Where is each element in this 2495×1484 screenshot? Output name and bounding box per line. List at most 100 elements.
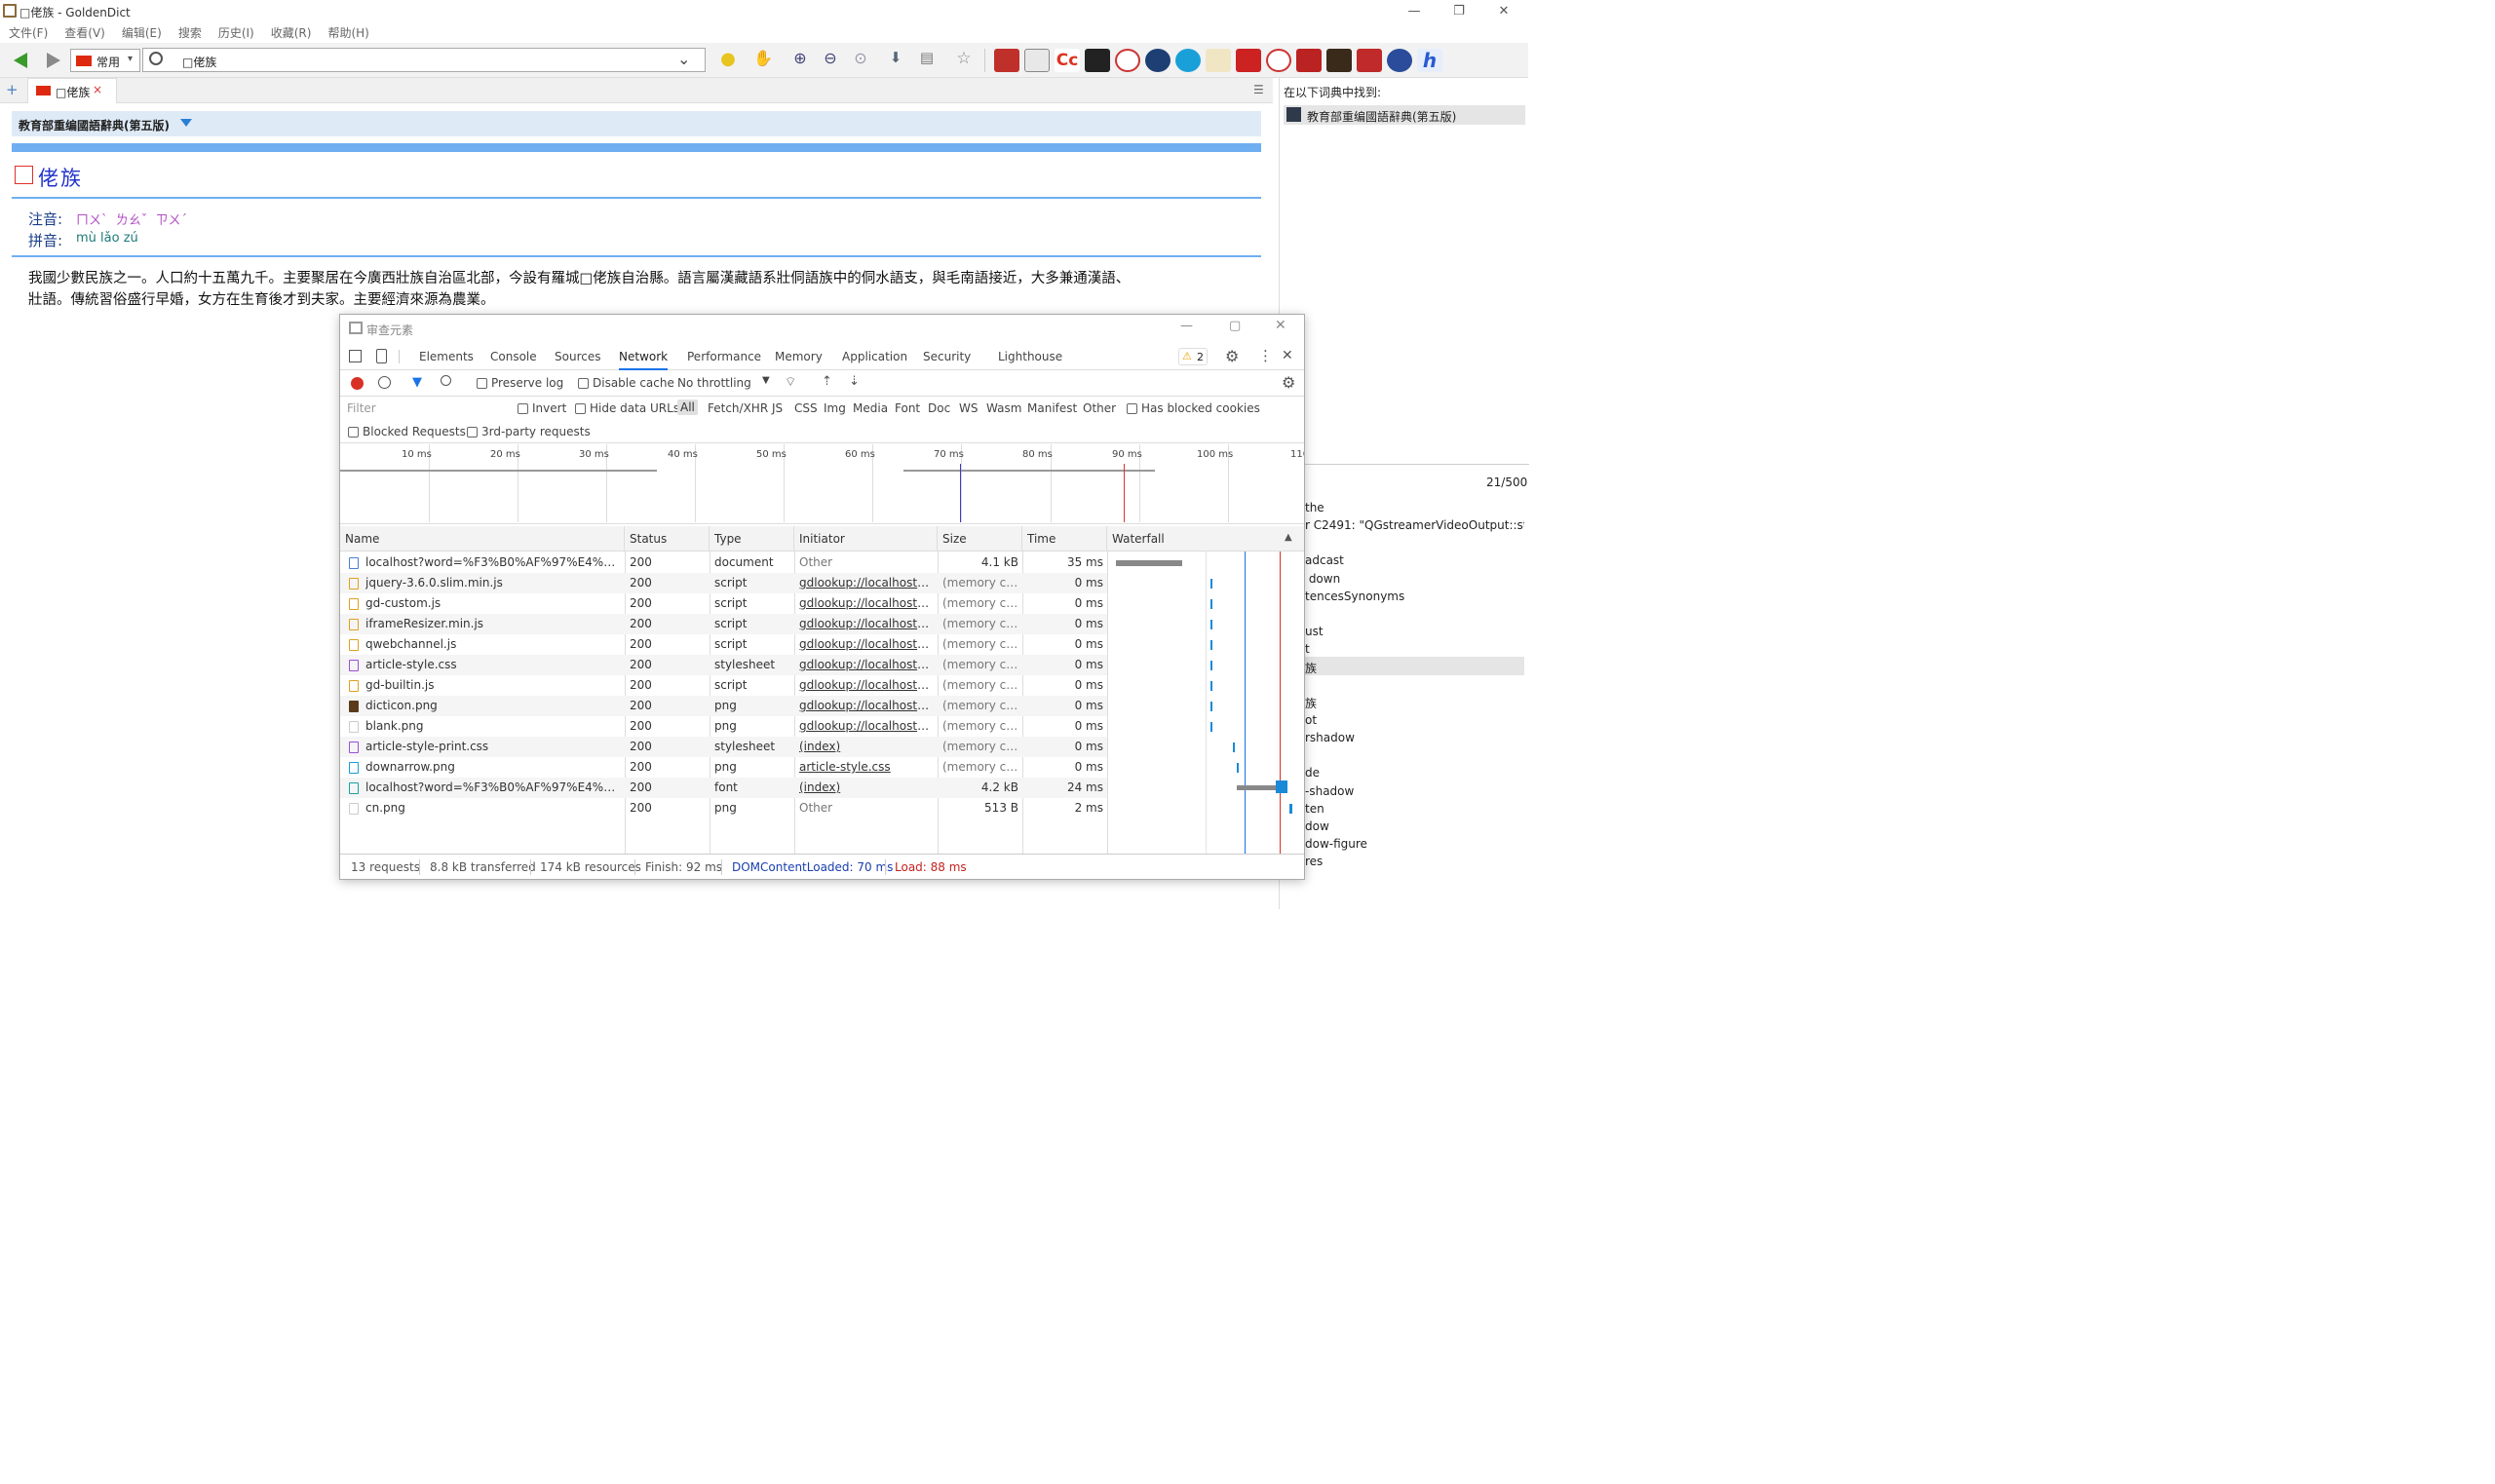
devtools-minimize-button[interactable]: —	[1180, 319, 1193, 333]
tab-application[interactable]: Application	[842, 343, 907, 370]
timeline-overview[interactable]: 10 ms 20 ms 30 ms 40 ms 50 ms 60 ms 70 m…	[340, 444, 1304, 524]
warnings-badge[interactable]: ⚠ 2	[1178, 348, 1208, 365]
filter-type-fetch[interactable]: Fetch/XHR	[708, 401, 768, 415]
blocked-requests-checkbox[interactable]: Blocked Requests	[348, 425, 466, 438]
table-row[interactable]: dicticon.png 200 png gdlookup://localhost?w…	[340, 696, 1107, 716]
close-devtools-icon[interactable]: ✕	[1282, 348, 1293, 363]
history-item[interactable]: the	[1305, 501, 1324, 514]
devtools-close-button[interactable]: ✕	[1275, 318, 1286, 333]
table-row[interactable]: gd-custom.js 200 script gdlookup://localhos…	[340, 593, 1107, 614]
history-item[interactable]: t	[1305, 642, 1310, 656]
request-name[interactable]: gd-builtin.js	[365, 675, 621, 696]
table-row[interactable]: localhost?word=%F3%B0%AF%97%E4%BD%A... 20…	[340, 552, 1107, 573]
request-name[interactable]: cn.png	[365, 798, 621, 818]
disable-cache-box[interactable]	[578, 378, 589, 389]
dict-icon-14[interactable]	[1387, 49, 1412, 72]
history-item[interactable]: res	[1305, 855, 1323, 868]
filter-input[interactable]: Filter	[343, 399, 505, 418]
search-input[interactable]: □佬族	[182, 54, 216, 70]
tab-memory[interactable]: Memory	[775, 343, 823, 370]
dict-icon-7[interactable]	[1175, 49, 1201, 72]
group-selector[interactable]: 常用 ▾	[70, 49, 140, 72]
table-row[interactable]: article-style-print.css 200 stylesheet (ind…	[340, 737, 1107, 757]
history-item[interactable]: r C2491: "QGstreamerVideoOutput::sta...	[1305, 518, 1524, 532]
new-tab-plus-icon[interactable]: +	[6, 81, 19, 98]
more-options-icon[interactable]: ⋮	[1258, 347, 1273, 364]
pane-splitter[interactable]	[1280, 464, 1529, 465]
collapse-triangle-icon[interactable]	[180, 119, 192, 127]
table-row[interactable]: qwebchannel.js 200 script gdlookup://localh…	[340, 634, 1107, 655]
dict-icon-1[interactable]	[994, 49, 1019, 72]
request-name[interactable]: downarrow.png	[365, 757, 621, 778]
table-row[interactable]: article-style.css 200 stylesheet gdlookup:/…	[340, 655, 1107, 675]
zoom-out-icon[interactable]: ⊖	[818, 49, 843, 72]
invert-box[interactable]	[518, 403, 528, 414]
menu-edit[interactable]: 编辑(E)	[122, 23, 162, 43]
filter-type-other[interactable]: Other	[1083, 401, 1116, 415]
third-party-checkbox[interactable]: 3rd-party requests	[467, 425, 591, 438]
filter-type-ws[interactable]: WS	[959, 401, 978, 415]
filter-type-js[interactable]: JS	[772, 401, 783, 415]
export-har-icon[interactable]: ⇣	[849, 374, 860, 389]
history-item[interactable]: ten	[1305, 802, 1324, 816]
search-box[interactable]: □佬族 ⌄	[142, 48, 706, 72]
dict-icon-13[interactable]	[1357, 49, 1382, 72]
history-item[interactable]: -shadow	[1305, 784, 1354, 798]
filter-type-css[interactable]: CSS	[794, 401, 818, 415]
devtools-maximize-button[interactable]: ▢	[1229, 319, 1241, 333]
table-row[interactable]: localhost?word=%F3%B0%AF%97%E4%BD%A... 20…	[340, 778, 1107, 798]
history-item[interactable]: ot	[1305, 713, 1317, 727]
request-initiator[interactable]: gdlookup://localhost?w...	[799, 573, 934, 593]
scan-popup-icon[interactable]: ✋	[750, 49, 776, 72]
has-blocked-cookies-checkbox[interactable]: Has blocked cookies	[1127, 401, 1260, 415]
clear-icon[interactable]	[378, 376, 391, 389]
invert-checkbox[interactable]: Invert	[518, 401, 566, 415]
preserve-log-box[interactable]	[477, 378, 487, 389]
history-item-selected[interactable]	[1302, 657, 1524, 675]
column-name[interactable]: Name	[340, 526, 625, 552]
request-name[interactable]: dicticon.png	[365, 696, 621, 716]
history-item[interactable]: down	[1305, 572, 1340, 586]
has-blocked-cookies-box[interactable]	[1127, 403, 1137, 414]
table-row[interactable]: iframeResizer.min.js 200 script gdlookup://…	[340, 614, 1107, 634]
request-initiator[interactable]: gdlookup://localhost?w...	[799, 614, 934, 634]
tab-console[interactable]: Console	[490, 343, 537, 370]
inspect-element-icon[interactable]	[349, 350, 362, 362]
history-item[interactable]: rshadow	[1305, 731, 1355, 744]
history-item[interactable]: 族	[1305, 660, 1317, 676]
request-name[interactable]: article-style-print.css	[365, 737, 621, 757]
history-item[interactable]: ust	[1305, 625, 1324, 638]
filter-type-img[interactable]: Img	[824, 401, 846, 415]
preserve-log-checkbox[interactable]: Preserve log	[477, 376, 563, 390]
filter-type-wasm[interactable]: Wasm	[986, 401, 1021, 415]
request-initiator[interactable]: gdlookup://localhost?w...	[799, 655, 934, 675]
blocked-requests-box[interactable]	[348, 427, 359, 438]
settings-gear-icon[interactable]: ⚙	[1225, 347, 1239, 365]
tab-article[interactable]: □佬族 ×	[27, 78, 117, 103]
record-icon[interactable]	[351, 377, 364, 390]
tab-list-icon[interactable]: ☰	[1253, 83, 1264, 96]
request-initiator[interactable]: gdlookup://localhost?w...	[799, 716, 934, 737]
hide-data-urls-box[interactable]	[575, 403, 586, 414]
table-row[interactable]: jquery-3.6.0.slim.min.js 200 script gdlooku…	[340, 573, 1107, 593]
favorite-star-icon[interactable]: ☆	[951, 49, 977, 72]
history-item[interactable]: adcast	[1305, 553, 1344, 567]
dict-icon-collins-2[interactable]	[1236, 49, 1261, 72]
restore-button[interactable]: ❐	[1437, 0, 1481, 23]
history-item[interactable]: tencesSynonyms	[1305, 590, 1404, 603]
column-waterfall[interactable]: Waterfall	[1107, 526, 1304, 552]
filter-type-all[interactable]: All	[677, 400, 698, 415]
history-item[interactable]: de	[1305, 766, 1320, 780]
request-initiator[interactable]: gdlookup://localhost?w...	[799, 675, 934, 696]
sort-ascending-icon[interactable]: ▲	[1285, 532, 1292, 543]
save-article-icon[interactable]: ⬇	[883, 49, 908, 72]
column-size[interactable]: Size	[938, 526, 1022, 552]
filter-type-doc[interactable]: Doc	[928, 401, 950, 415]
dict-icon-12[interactable]	[1326, 49, 1352, 72]
table-row[interactable]: downarrow.png 200 png article-style.css (mem…	[340, 757, 1107, 778]
filter-funnel-icon[interactable]: ▼	[412, 375, 422, 390]
dropdown-chevron-icon[interactable]: ⌄	[677, 50, 690, 68]
request-initiator[interactable]: gdlookup://localhost?w...	[799, 696, 934, 716]
menu-favorites[interactable]: 收藏(R)	[271, 23, 312, 43]
request-initiator[interactable]: (index)	[799, 778, 934, 798]
